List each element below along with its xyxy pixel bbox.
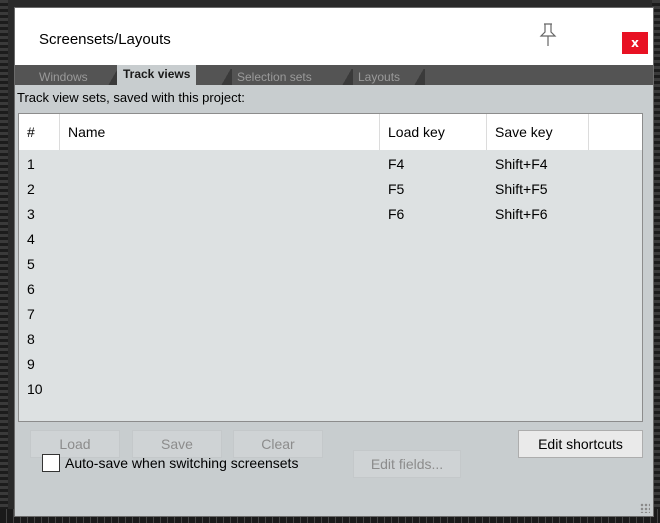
auto-save-checkbox[interactable] (42, 454, 60, 472)
row-number: 1 (27, 156, 35, 172)
tab-bar: Windows Track views Selection sets Layou… (15, 65, 653, 85)
row-load-key: F6 (388, 206, 405, 222)
tab-layouts[interactable]: Layouts (352, 69, 406, 85)
edit-fields-button[interactable]: Edit fields... (353, 450, 461, 478)
resize-grip-icon[interactable] (640, 503, 650, 513)
table-row[interactable]: 5 (19, 254, 642, 279)
column-header-load-key[interactable]: Load key (380, 114, 487, 150)
dialog-client-area: Windows Track views Selection sets Layou… (15, 65, 653, 516)
row-save-key: Shift+F4 (495, 156, 548, 172)
table-row[interactable]: 3 F6 Shift+F6 (19, 204, 642, 229)
close-button[interactable]: x (622, 32, 648, 54)
row-number: 2 (27, 181, 35, 197)
close-icon: x (631, 36, 639, 50)
window-title: Screensets/Layouts (39, 31, 171, 48)
list-rows: 1 F4 Shift+F4 2 F5 Shift+F5 3 F6 Shift+F… (19, 154, 642, 404)
column-header-name[interactable]: Name (60, 114, 380, 150)
tab-selection-sets[interactable]: Selection sets (231, 69, 318, 85)
save-button[interactable]: Save (132, 430, 222, 458)
table-row[interactable]: 7 (19, 304, 642, 329)
title-bar[interactable]: Screensets/Layouts x (15, 8, 653, 65)
row-load-key: F5 (388, 181, 405, 197)
tab-separator (413, 69, 425, 85)
row-number: 9 (27, 356, 35, 372)
column-header-save-key[interactable]: Save key (487, 114, 589, 150)
column-header-number[interactable]: # (19, 114, 60, 150)
screensets-window: Screensets/Layouts x Windows Track views… (14, 7, 654, 517)
row-number: 5 (27, 256, 35, 272)
row-number: 10 (27, 381, 43, 397)
row-number: 7 (27, 306, 35, 322)
table-row[interactable]: 2 F5 Shift+F5 (19, 179, 642, 204)
tab-windows[interactable]: Windows (33, 69, 94, 85)
clear-button[interactable]: Clear (233, 430, 323, 458)
row-load-key: F4 (388, 156, 405, 172)
track-view-list[interactable]: # Name Load key Save key 1 F4 Shift+F4 2… (18, 113, 643, 422)
row-number: 4 (27, 231, 35, 247)
panel-subtitle: Track view sets, saved with this project… (17, 90, 245, 105)
row-save-key: Shift+F6 (495, 206, 548, 222)
auto-save-label[interactable]: Auto-save when switching screensets (65, 455, 298, 471)
row-number: 3 (27, 206, 35, 222)
edit-shortcuts-button[interactable]: Edit shortcuts (518, 430, 643, 458)
background-track-strip (0, 0, 8, 523)
row-number: 8 (27, 331, 35, 347)
pin-icon[interactable] (537, 22, 559, 48)
table-row[interactable]: 1 F4 Shift+F4 (19, 154, 642, 179)
table-row[interactable]: 10 (19, 379, 642, 404)
row-save-key: Shift+F5 (495, 181, 548, 197)
row-number: 6 (27, 281, 35, 297)
list-header: # Name Load key Save key (19, 114, 642, 150)
table-row[interactable]: 8 (19, 329, 642, 354)
table-row[interactable]: 6 (19, 279, 642, 304)
tab-track-views[interactable]: Track views (117, 65, 197, 85)
table-row[interactable]: 4 (19, 229, 642, 254)
table-row[interactable]: 9 (19, 354, 642, 379)
